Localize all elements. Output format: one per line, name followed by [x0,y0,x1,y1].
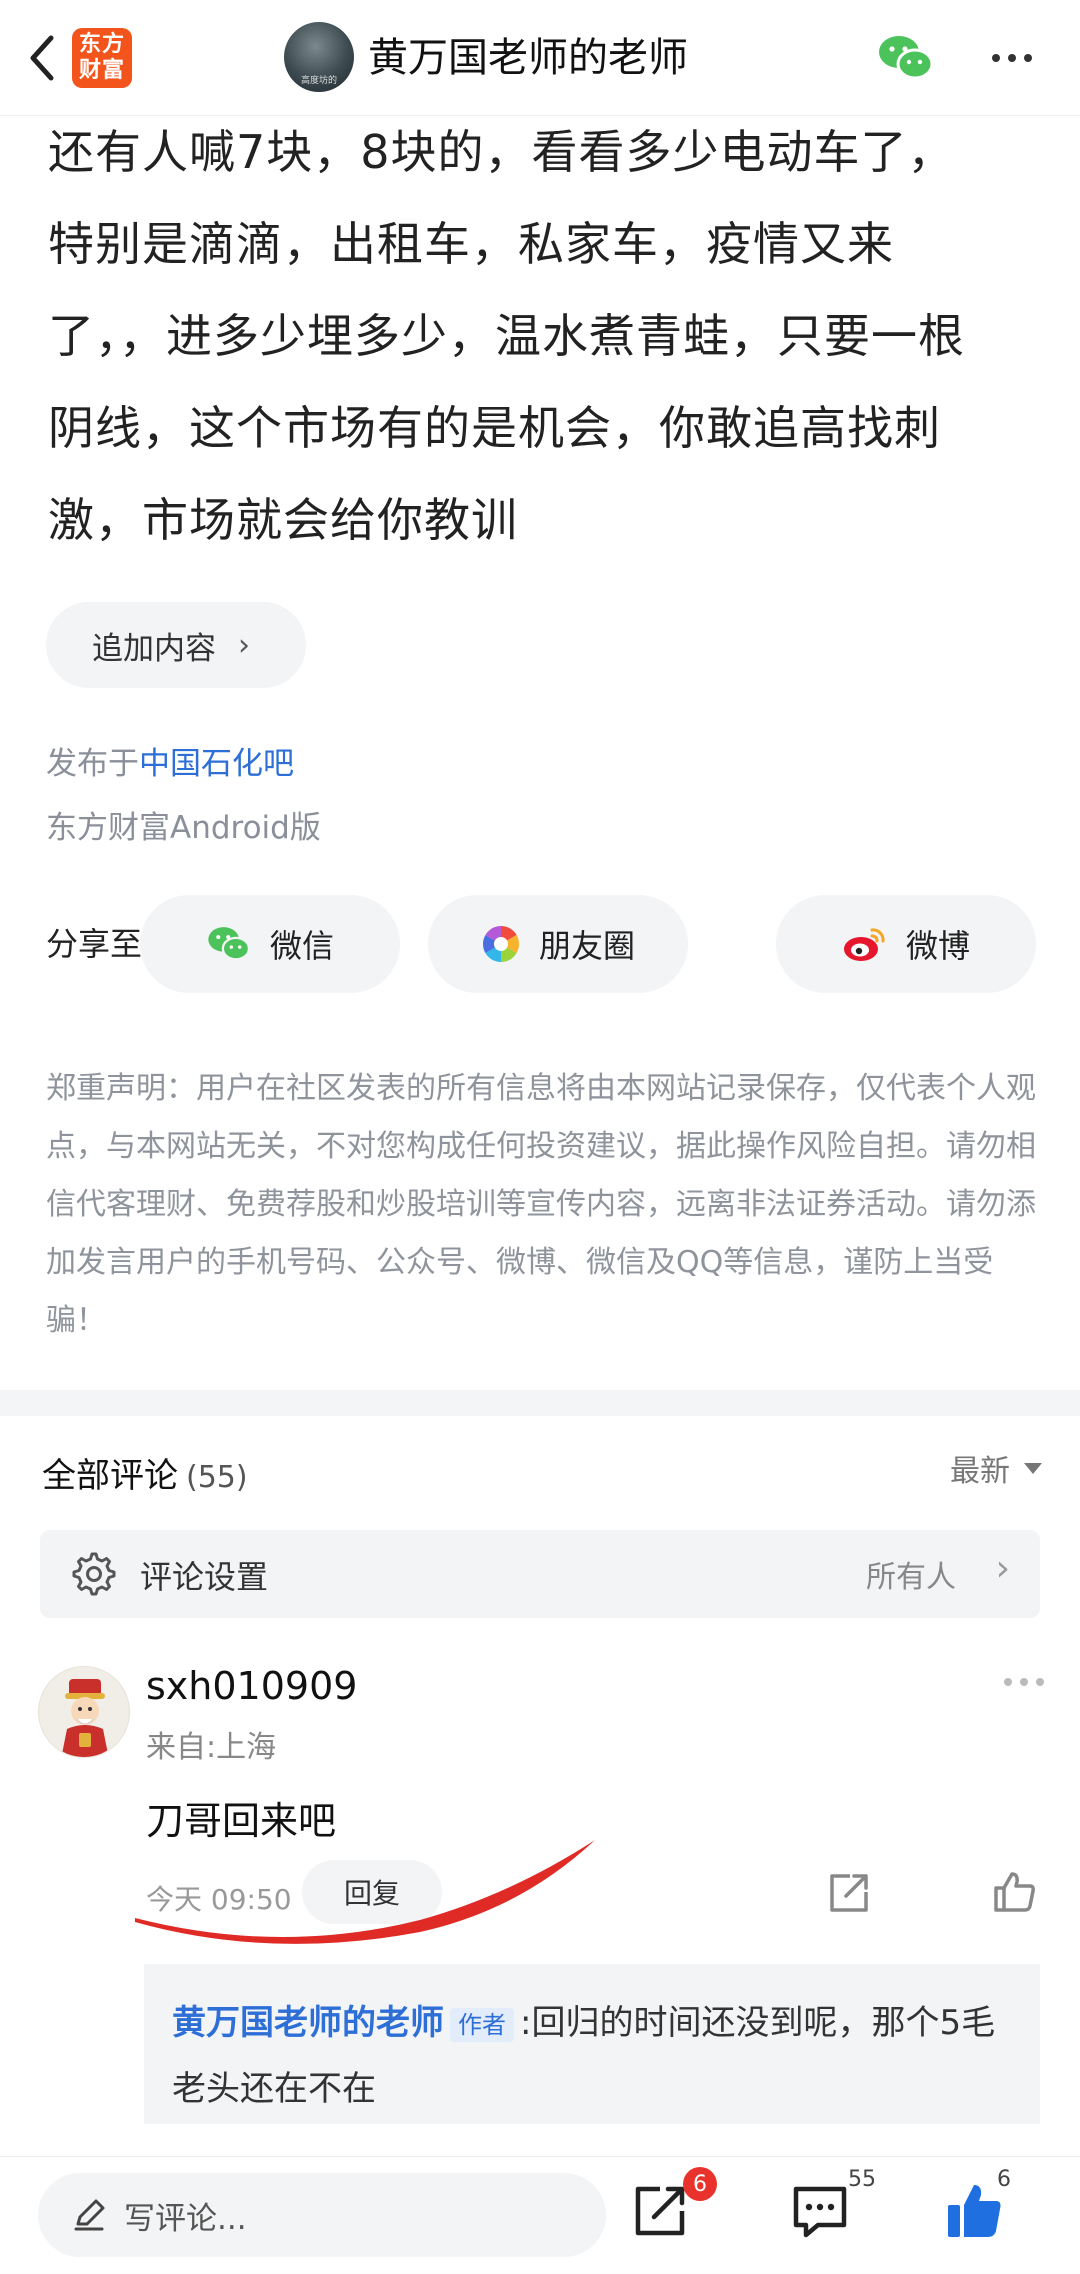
more-dot [1008,54,1016,62]
append-content-label: 追加内容 [92,630,216,667]
back-button[interactable] [14,22,70,94]
reply-button[interactable]: 回复 [302,1860,442,1924]
comment-icon[interactable] [788,2179,852,2243]
comments-title-label: 全部评论 [42,1456,178,1496]
gear-icon [72,1552,116,1596]
comment-text: 刀哥回来吧 [146,1799,337,1843]
post-line: 阴线，这个市场有的是机会，你敢追高找刺 [48,401,941,455]
more-dot [1020,1678,1028,1686]
posted-in-prefix: 发布于 [46,746,139,782]
comments-title: 全部评论 (55) [42,1448,248,1497]
share-label: 分享至: [46,925,153,963]
comment-more-button[interactable] [1004,1678,1044,1686]
share-wechat-button[interactable]: 微信 [140,895,400,993]
append-content-button[interactable]: 追加内容 › [46,602,306,688]
page-title[interactable]: 黄万国老师的老师 [368,30,688,86]
write-comment-input[interactable]: 写评论... [38,2173,606,2257]
app-logo[interactable]: 东方 财富 [72,28,132,88]
author-badge: 作者 [450,2007,514,2042]
comment-settings-label: 评论设置 [140,1558,269,1596]
post-line: 特别是滴滴，出租车，私家车，疫情又来 [48,217,894,271]
share-icon[interactable] [628,2179,692,2243]
forum-link[interactable]: 中国石化吧 [139,746,294,782]
more-options-button[interactable] [982,34,1042,82]
sort-dropdown[interactable]: 最新 [950,1446,1042,1490]
chevron-right-icon: › [238,627,250,663]
chevron-right-icon: › [995,1548,1010,1589]
reply-author[interactable]: 黄万国老师的老师 [172,2003,444,2043]
share-row: 分享至: 微信 朋友圈 微博 [46,895,1036,993]
comment-username[interactable]: sxh010909 [146,1664,357,1708]
more-dot [1024,54,1032,62]
app-logo-line1: 东方 [78,32,125,57]
more-dot [1036,1678,1044,1686]
share-moments-button[interactable]: 朋友圈 [428,895,688,993]
post-line: 还有人喊7块，8块的，看看多少电动车了， [48,125,955,179]
sort-label: 最新 [950,1454,1010,1489]
posted-in: 发布于中国石化吧 [46,738,294,783]
comments-header: 全部评论 (55) 最新 [42,1440,1042,1500]
more-horizontal-icon [1004,1678,1012,1686]
author-avatar[interactable]: 高度坊的 [284,22,354,92]
comment-count: 55 [848,2167,876,2192]
share-wechat-label: 微信 [269,927,334,965]
disclaimer: 郑重声明：用户在社区发表的所有信息将由本网站记录保存，仅代表个人观点，与本网站无… [46,1071,1036,1338]
weibo-icon [843,928,885,961]
post-content: 还有人喊7块，8块的，看看多少电动车了， 特别是滴滴，出租车，私家车，疫情又来 … [48,106,1038,566]
top-bar: 东方 财富 高度坊的 黄万国老师的老师 [0,0,1080,116]
caret-down-icon [1024,1462,1042,1474]
client-info: 东方财富Android版 [46,810,321,846]
comment-settings-row[interactable]: 评论设置 所有人 › [40,1530,1040,1618]
bottom-bar: 写评论... 6 55 6 [0,2156,1080,2274]
share-moments-label: 朋友圈 [538,927,635,965]
share-count-badge: 6 [683,2167,717,2201]
like-count: 6 [997,2167,1011,2192]
comment-settings-value: 所有人 [866,1560,956,1595]
comment-time: 今天 09:50 [146,1883,292,1916]
avatar[interactable] [38,1666,130,1758]
thumbs-up-icon[interactable] [990,1868,1038,1916]
post-line: 了，，进多少埋多少，温水煮青蛙，只要一根 [48,309,965,363]
fortune-god-avatar-icon [61,1679,109,1757]
post-line: 激，市场就会给你教训 [48,493,518,547]
moments-icon [482,926,519,962]
wechat-icon [879,36,934,80]
avatar-caption: 高度坊的 [300,76,337,86]
comment-location: 来自:上海 [146,1730,277,1765]
share-weibo-label: 微博 [905,927,970,965]
author-reply[interactable]: 黄万国老师的老师 作者:回归的时间还没到呢，那个5毛老头还在不在 [144,1964,1040,2124]
chevron-left-icon [30,35,54,81]
write-comment-placeholder: 写评论... [124,2200,247,2237]
more-horizontal-icon [992,54,1000,62]
app-logo-line2: 财富 [78,58,125,83]
pencil-icon [74,2199,105,2231]
comments-count: (55) [186,1460,248,1495]
share-weibo-button[interactable]: 微博 [776,895,1036,993]
wechat-icon [208,927,251,961]
wechat-share-button[interactable] [876,32,936,84]
share-icon[interactable] [826,1870,872,1916]
section-divider [0,1390,1080,1416]
